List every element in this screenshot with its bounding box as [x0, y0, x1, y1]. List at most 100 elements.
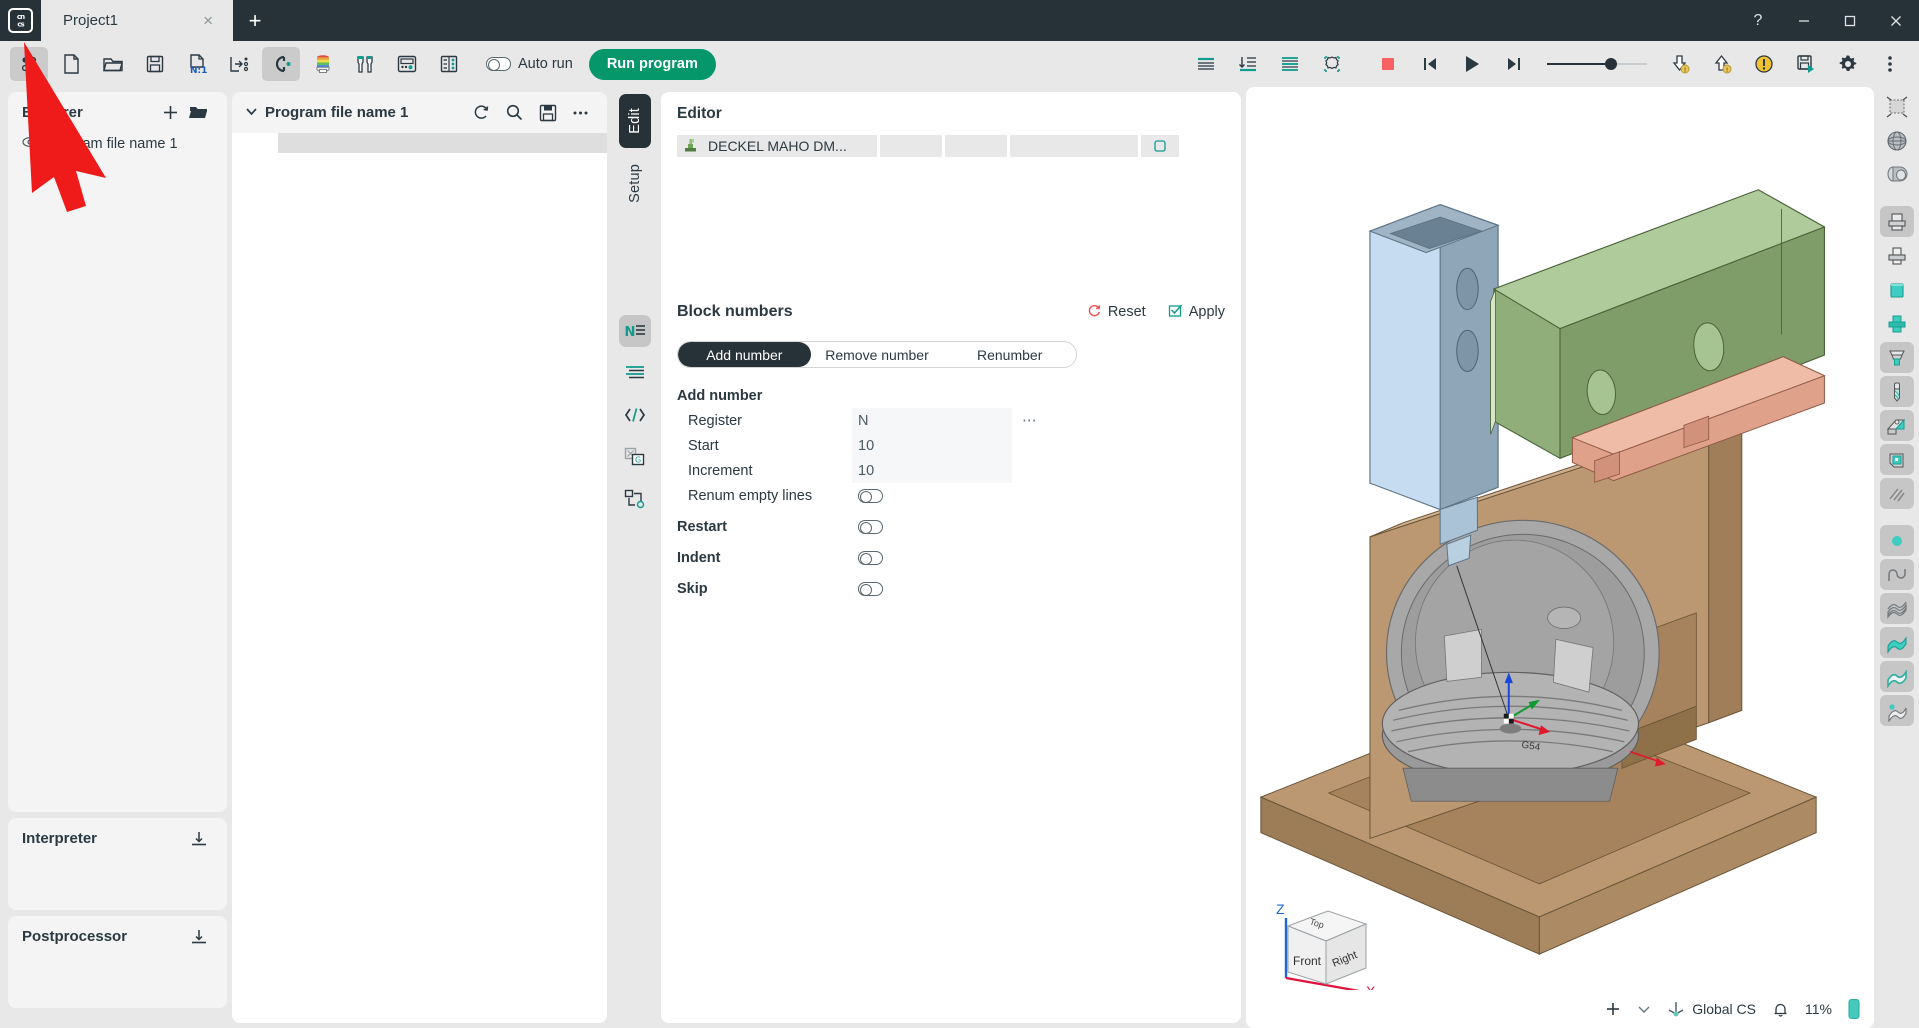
- skip-start-icon[interactable]: [1411, 47, 1449, 81]
- save-icon[interactable]: [136, 47, 174, 81]
- tab-renumber[interactable]: Renumber: [943, 342, 1076, 367]
- register-more-icon[interactable]: ⋯: [1012, 413, 1048, 429]
- point-icon[interactable]: [1879, 525, 1914, 556]
- new-file-icon[interactable]: [52, 47, 90, 81]
- run-program-button[interactable]: Run program: [588, 48, 716, 80]
- reset-button[interactable]: Reset: [1087, 303, 1146, 322]
- speed-slider-knob[interactable]: [1605, 58, 1617, 70]
- tab-add-number[interactable]: Add number: [678, 342, 811, 367]
- restart-toggle[interactable]: [858, 519, 883, 534]
- auto-run-switch[interactable]: [486, 57, 511, 71]
- hatch-icon[interactable]: [1879, 478, 1914, 509]
- list-icon[interactable]: [430, 47, 468, 81]
- new-tab-button[interactable]: +: [233, 0, 277, 41]
- stock-top-icon[interactable]: [1879, 206, 1914, 237]
- lines-icon[interactable]: [1271, 47, 1309, 81]
- surface-point-icon[interactable]: [1879, 695, 1914, 726]
- magnet-icon[interactable]: [262, 47, 300, 81]
- stock-teal-icon[interactable]: [1880, 274, 1914, 305]
- replace-icon[interactable]: G: [619, 441, 651, 473]
- stock-icon[interactable]: [1880, 240, 1914, 271]
- play-icon[interactable]: [1453, 47, 1491, 81]
- skip-end-icon[interactable]: [1495, 47, 1533, 81]
- surface-outline-icon[interactable]: [1879, 661, 1914, 692]
- close-window-icon[interactable]: [1873, 0, 1919, 41]
- apply-button[interactable]: Apply: [1168, 303, 1225, 322]
- mesh-surface-icon[interactable]: [1879, 593, 1914, 624]
- tools-icon[interactable]: [346, 47, 384, 81]
- start-input[interactable]: 10: [852, 433, 1012, 458]
- explorer-open-folder-icon[interactable]: [184, 104, 213, 121]
- more-vertical-icon[interactable]: [1871, 47, 1909, 81]
- minimize-icon[interactable]: [1781, 0, 1827, 41]
- more-icon[interactable]: [564, 109, 597, 117]
- add-view-button[interactable]: [1605, 1001, 1621, 1017]
- battery-icon[interactable]: [1848, 998, 1860, 1020]
- view-dropdown-icon[interactable]: [1637, 1002, 1651, 1016]
- colors-icon[interactable]: [304, 47, 342, 81]
- register-input[interactable]: N: [852, 408, 1012, 433]
- help-icon[interactable]: ?: [1735, 0, 1781, 41]
- stock-teal-small-icon[interactable]: [1880, 308, 1914, 339]
- speed-slider-track[interactable]: [1547, 58, 1647, 70]
- open-folder-icon[interactable]: [94, 47, 132, 81]
- viewport-3d[interactable]: G54 Z X Top Front Right: [1246, 87, 1874, 1028]
- list-item[interactable]: Program file name 1: [8, 133, 227, 155]
- bell-icon[interactable]: [1772, 1001, 1789, 1018]
- interpreter-panel: Interpreter: [8, 818, 227, 910]
- stop-icon[interactable]: [1369, 47, 1407, 81]
- speed-slider[interactable]: [1547, 58, 1647, 70]
- maximize-icon[interactable]: [1827, 0, 1873, 41]
- curve-icon[interactable]: [1879, 559, 1914, 590]
- chevron-down-icon[interactable]: [242, 105, 265, 121]
- refresh-icon[interactable]: [465, 103, 498, 122]
- tab-remove-number[interactable]: Remove number: [811, 342, 944, 367]
- controller-icon[interactable]: [388, 47, 426, 81]
- postprocessor-download-icon[interactable]: [185, 928, 213, 946]
- zoom-level[interactable]: 11%: [1805, 1001, 1832, 1017]
- skip-toggle[interactable]: [858, 581, 883, 596]
- auto-run-toggle[interactable]: Auto run: [486, 56, 573, 72]
- tab-setup[interactable]: Setup: [619, 150, 651, 217]
- lines-indent-icon[interactable]: [619, 357, 651, 389]
- save-icon[interactable]: [531, 104, 564, 122]
- surface-teal-icon[interactable]: [1879, 627, 1914, 658]
- folded-part-icon[interactable]: [1879, 444, 1914, 475]
- fixture-icon[interactable]: [1879, 342, 1914, 373]
- export-icon[interactable]: [220, 47, 258, 81]
- file-row-main[interactable]: DECKEL MAHO DM...: [677, 135, 877, 157]
- eye-icon[interactable]: [22, 136, 38, 152]
- program-file-content[interactable]: [232, 133, 607, 1023]
- code-brackets-icon[interactable]: [619, 399, 651, 431]
- warning-circle-icon[interactable]: [1745, 47, 1783, 81]
- save-run-icon[interactable]: [1787, 47, 1825, 81]
- increment-input[interactable]: 10: [852, 458, 1012, 483]
- numbered-file-icon[interactable]: N:1: [178, 47, 216, 81]
- block-number-icon[interactable]: N: [619, 314, 651, 347]
- indent-toggle[interactable]: [858, 550, 883, 565]
- upload-warning-icon[interactable]: !: [1703, 47, 1741, 81]
- coordinate-system-selector[interactable]: Global CS: [1667, 999, 1756, 1020]
- copy-icon[interactable]: [1141, 135, 1179, 157]
- bounding-box-icon[interactable]: [1880, 91, 1914, 122]
- indent-down-icon[interactable]: [1229, 47, 1267, 81]
- explorer-add-button[interactable]: [157, 104, 184, 121]
- globe-wireframe-icon[interactable]: [1880, 125, 1914, 156]
- close-tab-icon[interactable]: ×: [193, 11, 223, 31]
- search-icon[interactable]: [498, 103, 531, 122]
- download-warning-icon[interactable]: !: [1661, 47, 1699, 81]
- align-text-icon[interactable]: [1187, 47, 1225, 81]
- interpreter-download-icon[interactable]: [185, 830, 213, 848]
- field-increment-label: Increment: [688, 462, 753, 479]
- flowchart-icon[interactable]: [619, 483, 651, 515]
- project-tab[interactable]: Project1 ×: [41, 0, 233, 41]
- renum-empty-lines-toggle[interactable]: [858, 488, 883, 503]
- gear-outline-icon[interactable]: [1313, 47, 1351, 81]
- solid-shape-icon[interactable]: [1880, 159, 1914, 190]
- endmill-icon[interactable]: [1879, 376, 1914, 407]
- clamp-icon[interactable]: [1879, 410, 1914, 441]
- tab-edit[interactable]: Edit: [619, 94, 651, 148]
- table-row[interactable]: DECKEL MAHO DM...: [677, 135, 1225, 157]
- gear-icon[interactable]: [1829, 47, 1867, 81]
- grid-view-icon[interactable]: [10, 47, 48, 81]
